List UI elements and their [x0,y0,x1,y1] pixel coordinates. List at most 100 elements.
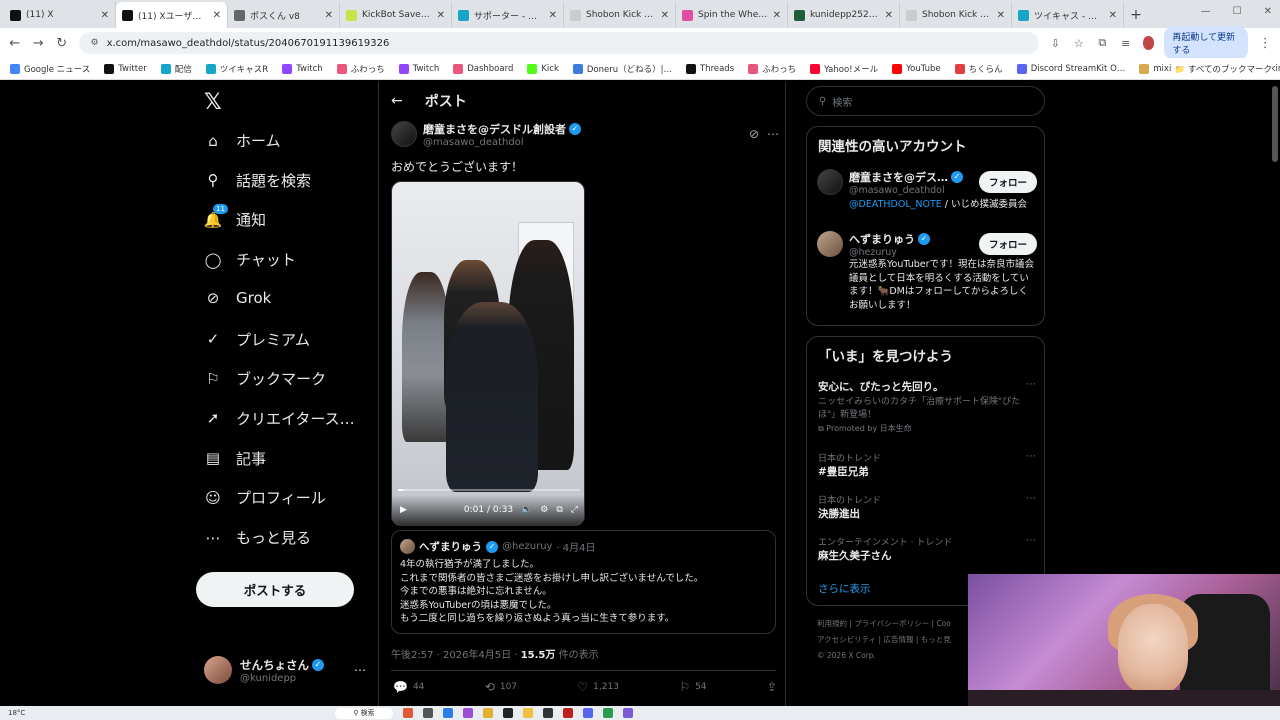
folder-icon[interactable] [522,708,533,718]
bookmark-item[interactable]: Twitch [282,63,323,74]
app-icon[interactable] [402,708,413,718]
bookmark-button[interactable]: ⚐ 54 [679,680,706,694]
close-icon[interactable]: ✕ [997,10,1005,21]
bookmark-item[interactable]: mixi [1139,63,1171,74]
author-handle[interactable]: @masawo_deathdol [423,137,743,148]
account-suggestion[interactable]: へずまりゅう ✓ @hezuruy フォロー 元迷惑系YouTuberです！現在は… [817,231,1037,312]
nav-item[interactable]: ➚ クリエイタース… [204,408,355,429]
app-icon[interactable] [422,708,433,718]
extensions-icon[interactable]: ⧉ [1096,36,1110,50]
video-player[interactable]: ▶ 0:01 / 0:33 🔈 ⚙ ⧉ ⤢ [391,181,585,526]
browser-tab[interactable]: (11) Xユーザーの稲… ✕ [116,2,228,28]
bookmark-item[interactable]: Twitch [398,63,439,74]
more-icon[interactable]: ⋯ [1026,535,1036,546]
follow-button[interactable]: フォロー [978,171,1037,193]
app-icon[interactable] [502,708,513,718]
taskbar-search[interactable]: ⚲ 検索 [335,707,393,719]
app-icon[interactable] [542,708,553,718]
media-icon[interactable]: ≡ [1119,37,1133,50]
bookmark-item[interactable]: YouTube [892,63,941,74]
browser-tab[interactable]: KickBot Saved W… ✕ [340,2,452,28]
menu-icon[interactable]: ⋮ [1258,36,1272,51]
browser-tab[interactable]: サポーター - せんちょ… ✕ [452,2,564,28]
play-icon[interactable]: ▶ [400,505,407,515]
trend-item[interactable]: 安心に、ぴたっと先回り。 ニッセイみらいのカタチ「治療サポート保険"ぴたほ"」新… [818,379,1036,434]
quoted-post[interactable]: へずまりゅう ✓ @hezuruy · 4月4日 4年の執行猶予が満了しました。… [391,530,776,634]
app-icon[interactable] [442,708,453,718]
volume-icon[interactable]: 🔈 [521,505,532,515]
footer-line[interactable]: アクセシビリティ | 広告情報 | もっと見 [817,632,951,648]
settings-icon[interactable]: ⚙ [540,505,548,515]
close-icon[interactable]: ✕ [1264,6,1272,17]
chrome-icon[interactable] [482,708,493,718]
bookmark-item[interactable]: Twitter [104,63,147,74]
like-button[interactable]: ♡ 1,213 [577,680,619,694]
bookmark-item[interactable]: Threads [685,63,734,74]
browser-tab[interactable]: ポスくん v8 ✕ [228,2,340,28]
show-more-link[interactable]: さらに表示 [818,581,871,596]
browser-tab[interactable]: (11) X ✕ [4,2,116,28]
profile-avatar[interactable] [1142,36,1155,50]
nav-item[interactable]: ⚲ 話題を検索 [204,170,312,191]
browser-tab[interactable]: Shobon Kick Ranki… ✕ [564,2,676,28]
close-icon[interactable]: ✕ [101,10,109,21]
follow-button[interactable]: フォロー [978,233,1037,255]
more-icon[interactable]: ⋯ [354,663,366,677]
forward-icon[interactable]: → [32,36,46,51]
repost-button[interactable]: ⟲ 107 [485,680,517,694]
fullscreen-icon[interactable]: ⤢ [571,505,578,515]
close-icon[interactable]: ✕ [437,10,445,21]
minimize-icon[interactable]: — [1201,6,1211,17]
close-icon[interactable]: ✕ [885,10,893,21]
bookmark-item[interactable]: ふわっち [748,63,796,75]
close-icon[interactable]: ✕ [549,10,557,21]
grok-icon[interactable]: ⊘ [749,127,759,141]
reply-button[interactable]: 💬 44 [393,680,424,694]
post-button[interactable]: ポストする [196,572,354,607]
bookmark-item[interactable]: Discord StreamKit O… [1016,63,1125,74]
account-switcher[interactable]: せんちょさん ✓ @kunidepp ⋯ [204,656,366,684]
close-icon[interactable]: ✕ [1109,10,1117,21]
browser-tab[interactable]: Shobon Kick Ranki… ✕ [900,2,1012,28]
bookmark-item[interactable]: Doneru（どねる）|… [572,63,672,75]
more-icon[interactable]: ⋯ [1026,493,1036,504]
post-time[interactable]: 午後2:57 · 2026年4月5日 · [391,650,521,661]
bookmark-item[interactable]: ふわっち [336,63,385,75]
maximize-icon[interactable]: ☐ [1233,6,1242,17]
bookmark-item[interactable]: ツイキャスR [205,63,268,75]
nav-item[interactable]: ⊘ Grok [204,289,272,307]
app-icon[interactable] [602,708,613,718]
account-suggestion[interactable]: 磨童まさを@デス… ✓ @masawo_deathdol フォロー @DEATHD… [817,169,1037,212]
browser-tab[interactable]: kunidepp2525 - K… ✕ [788,2,900,28]
reload-icon[interactable]: ↻ [55,36,69,51]
trend-item[interactable]: エンターテインメント · トレンド 麻生久美子さん ⋯ [818,535,1036,563]
url-field[interactable]: ⚙ x.com/masawo_deathdol/status/204067019… [78,32,1039,54]
back-arrow-icon[interactable]: ← [391,93,403,109]
nav-item[interactable]: ▤ 記事 [204,448,266,469]
nav-item[interactable]: ⚐ ブックマーク [204,368,326,389]
bookmark-item[interactable]: Kick [527,63,559,74]
bookmark-item[interactable]: Google ニュース [10,63,90,75]
nav-item[interactable]: 🔔 11 通知 [204,203,266,230]
bookmark-item[interactable]: ちくらん [954,63,1003,75]
video-progress[interactable] [398,489,580,491]
star-icon[interactable]: ☆ [1072,37,1086,50]
more-icon[interactable]: ⋯ [1026,379,1036,390]
more-icon[interactable]: ⋯ [767,127,779,141]
close-icon[interactable]: ✕ [213,10,221,21]
more-icon[interactable]: ⋯ [1026,451,1036,462]
back-icon[interactable]: ← [8,36,22,51]
app-icon[interactable] [462,708,473,718]
nav-item[interactable]: ☺ プロフィール [204,487,326,508]
pip-icon[interactable]: ⧉ [556,505,562,515]
close-icon[interactable]: ✕ [325,10,333,21]
nav-item[interactable]: ⌂ ホーム [204,130,280,151]
footer-line[interactable]: 利用規約 | プライバシーポリシー | Coo [817,616,951,632]
app-icon[interactable] [562,708,573,718]
author-name[interactable]: 磨童まさを@デスドル創設者 [423,121,566,137]
all-bookmarks[interactable]: 📁 すべてのブックマーク [1170,63,1272,75]
trend-item[interactable]: 日本のトレンド 決勝進出 ⋯ [818,493,1036,521]
x-logo-icon[interactable]: 𝕏 [204,90,222,115]
bio-link[interactable]: @DEATHDOL_NOTE [849,199,942,210]
bookmark-item[interactable]: 配信 [160,63,192,75]
